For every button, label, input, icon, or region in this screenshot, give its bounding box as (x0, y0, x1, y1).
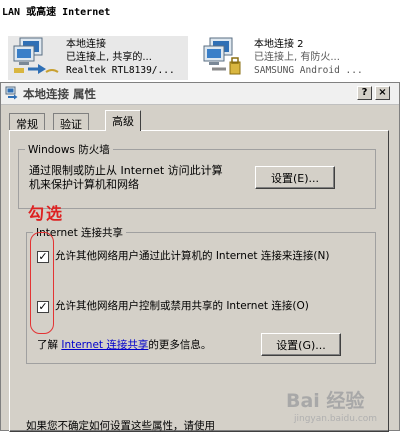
firewall-description-line: 通过限制或防止从 Internet 访问此计算 (29, 164, 223, 177)
watermark: Bai 经验 jingyan.baidu.com (286, 386, 398, 428)
connection-name: 本地连接 2 (254, 39, 304, 50)
firewall-settings-button[interactable]: 设置(E)... (255, 166, 335, 189)
firewall-group: Windows 防火墙 通过限制或防止从 Internet 访问此计算 机来保护… (18, 142, 376, 209)
tab-advanced[interactable]: 高级 (105, 110, 141, 131)
ics-help-link[interactable]: Internet 连接共享 (61, 339, 148, 351)
checkbox-label: 允许其他网络用户通过此计算机的 Internet 连接来连接(N) (55, 250, 330, 262)
ics-settings-button[interactable]: 设置(G)... (261, 333, 341, 356)
section-header: LAN 或高速 Internet (2, 7, 111, 18)
annotation-highlight-ring (30, 232, 54, 334)
network-connection-icon (12, 36, 62, 80)
connection-device: SAMSUNG Android ... (254, 65, 363, 76)
ics-group: Internet 连接共享 ✓ 允许其他网络用户通过此计算机的 Internet… (26, 225, 376, 364)
connection-name: 本地连接 (66, 39, 106, 50)
watermark-url: jingyan.baidu.com (294, 414, 378, 424)
learn-suffix: 的更多信息。 (148, 339, 212, 351)
connection-item-local-2[interactable]: 本地连接 2 已连接上, 有防火... SAMSUNG Android ... (196, 36, 401, 80)
connection-item-local[interactable]: 本地连接 已连接上, 共享的... Realtek RTL8139/... (8, 36, 188, 80)
group-title: Windows 防火墙 (25, 142, 113, 157)
network-connections-panel: LAN 或高速 Internet 本地连接 已连接上, 共享的... Realt… (0, 0, 403, 82)
network-connection-icon (200, 36, 250, 80)
tab-authentication[interactable]: 验证 (53, 113, 89, 131)
connection-status: 已连接上, 共享的... (66, 52, 152, 63)
connection-device: Realtek RTL8139/... (66, 65, 175, 76)
learn-prefix: 了解 (37, 339, 58, 351)
close-button[interactable]: × (375, 86, 390, 100)
watermark-logo: Bai 经验 (286, 390, 365, 412)
help-button[interactable]: ? (357, 86, 372, 100)
firewall-description: 通过限制或防止从 Internet 访问此计算 机来保护计算机和网络 (29, 164, 223, 192)
network-icon (5, 86, 19, 103)
dialog-titlebar[interactable]: 本地连接 属性 ? × (1, 83, 399, 105)
annotation-label: 勾选 (28, 204, 65, 223)
firewall-description-line: 机来保护计算机和网络 (29, 178, 139, 191)
learn-more-text: 了解 Internet 连接共享的更多信息。 (37, 337, 211, 352)
dialog-title: 本地连接 属性 (23, 87, 97, 101)
tab-general[interactable]: 常规 (9, 113, 45, 131)
checkbox-label: 允许其他网络用户控制或禁用共享的 Internet 连接(O) (55, 300, 309, 312)
connection-status: 已连接上, 有防火... (254, 52, 340, 63)
